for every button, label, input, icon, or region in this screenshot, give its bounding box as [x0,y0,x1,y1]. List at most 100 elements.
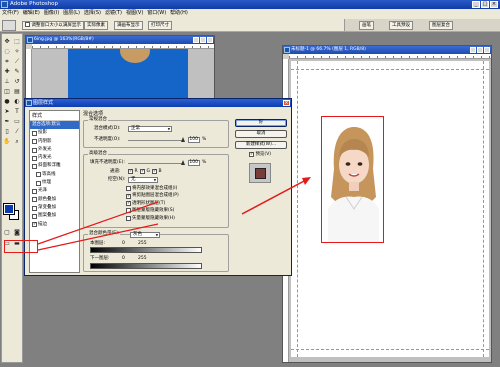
tab-layer-comps[interactable]: 图层复合 [429,21,453,30]
channel-g-checkbox[interactable]: ✓ G [140,168,150,175]
style-item-checkbox[interactable] [32,147,37,153]
doc-left-close-button[interactable] [207,37,213,43]
ok-button[interactable]: 好 [235,119,287,127]
menu-layer[interactable]: 图层(L) [63,9,80,18]
style-item-checkbox[interactable] [32,205,37,211]
style-item[interactable]: 斜面和浮雕 [30,162,79,170]
style-item-checkbox[interactable] [32,189,37,195]
style-item[interactable]: 投影 [30,129,79,137]
advanced-option-checkbox[interactable]: ✓ 将剪贴图层混合成组(P) [126,192,179,199]
doc-right-minimize-button[interactable] [470,47,476,53]
minimize-button[interactable]: _ [472,1,480,8]
advanced-option-checkbox[interactable]: 图层蒙版隐藏效果(S) [126,207,179,214]
blend-if-select[interactable]: 灰色 [130,232,160,238]
eraser-tool-icon[interactable]: ◫ [3,88,11,96]
hand-tool-icon[interactable]: ✋ [3,138,11,146]
style-item[interactable]: 内阴影 [30,138,79,146]
opacity-slider[interactable] [128,137,185,142]
close-button[interactable]: × [490,1,498,8]
style-item-checkbox[interactable] [36,172,41,178]
new-style-button[interactable]: 新建样式(W)... [235,141,287,149]
style-item[interactable]: 混合选项:默认 [30,121,79,130]
doc-left-maximize-button[interactable] [200,37,206,43]
opacity-input[interactable]: 100 [188,137,200,143]
pen-tool-icon[interactable]: ✒ [3,118,11,126]
dialog-close-button[interactable]: × [283,100,290,106]
style-item[interactable]: 颜色叠加 [30,196,79,204]
fill-opacity-slider-thumb[interactable] [181,160,185,165]
style-item[interactable]: 渐变叠加 [30,204,79,212]
brush-tool-icon[interactable]: ✎ [13,68,21,76]
channel-r-checkbox[interactable]: ✓ R [128,168,138,175]
menu-select[interactable]: 选择(S) [84,9,101,18]
tab-brushes[interactable]: 画笔 [359,21,374,30]
style-item[interactable]: 内发光 [30,154,79,162]
menu-filter[interactable]: 滤镜(T) [105,9,122,18]
foreground-color-swatch[interactable] [3,203,15,215]
advanced-option-checkbox[interactable]: ✓ 透明形状图层(T) [126,200,179,207]
notes-tool-icon[interactable]: ▯ [3,128,11,136]
clone-stamp-icon[interactable]: ⊥ [3,78,11,86]
style-item-checkbox[interactable] [32,139,37,145]
menu-image[interactable]: 图像(I) [44,9,59,18]
doc-right-maximize-button[interactable] [477,47,483,53]
knockout-select[interactable]: 无 [128,177,158,183]
fill-opacity-input[interactable]: 100 [188,160,200,166]
style-item[interactable]: 等高线 [30,171,79,179]
shape-tool-icon[interactable]: ▭ [13,118,21,126]
menu-edit[interactable]: 编辑(E) [23,9,40,18]
doc-left-minimize-button[interactable] [193,37,199,43]
advanced-option-checkbox[interactable]: 将内部效果混合成组(I) [126,185,179,192]
preview-checkbox[interactable]: ✓ 预览(V) [249,151,271,158]
eyedropper-tool-icon[interactable]: ⁄ [13,128,21,136]
style-list-header[interactable]: 样式 [30,111,79,121]
style-item[interactable]: 外发光 [30,146,79,154]
tab-tool-presets[interactable]: 工具预设 [389,21,413,30]
fill-opacity-slider[interactable] [128,160,185,165]
style-item-checkbox[interactable] [32,130,37,136]
advanced-option-checkbox[interactable]: 矢量蒙版隐藏效果(H) [126,215,179,222]
this-layer-gradient-slider[interactable] [90,247,202,253]
menu-window[interactable]: 窗口(W) [147,9,166,18]
zoom-tool-icon[interactable]: ⌕ [13,138,21,146]
fit-all-windows-checkbox[interactable]: 调整窗口大小以满屏显示 [22,21,84,30]
style-item-checkbox[interactable] [32,197,37,203]
fit-screen-button[interactable]: 满画布显示 [114,21,143,30]
path-select-icon[interactable]: ➤ [3,108,11,116]
underlying-layer-gradient-slider[interactable] [90,263,202,269]
menu-file[interactable]: 文件(F) [2,9,19,18]
menu-help[interactable]: 帮助(H) [170,9,188,18]
move-tool-icon[interactable]: ✥ [3,38,11,46]
style-item[interactable]: 纹理 [30,179,79,187]
gradient-tool-icon[interactable]: ▤ [13,88,21,96]
tool-preset-picker[interactable] [2,20,16,31]
style-item-checkbox[interactable]: ✓ [32,222,37,228]
actual-pixels-button[interactable]: 实际像素 [84,21,108,30]
magic-wand-tool-icon[interactable]: ✧ [13,48,21,56]
dodge-tool-icon[interactable]: ◐ [13,98,21,106]
style-item-checkbox[interactable] [32,164,37,170]
healing-brush-icon[interactable]: ✚ [3,68,11,76]
opacity-slider-thumb[interactable] [181,137,185,142]
maximize-button[interactable]: □ [481,1,489,8]
print-size-button[interactable]: 打印尺寸 [148,21,172,30]
menu-view[interactable]: 视图(V) [126,9,143,18]
style-item[interactable]: 图案叠加 [30,212,79,220]
cancel-button[interactable]: 取消 [235,130,287,138]
style-item[interactable]: 光泽 [30,187,79,195]
marquee-tool-icon[interactable]: ⬚ [13,38,21,46]
style-item[interactable]: ✓ 描边 [30,221,79,229]
lasso-tool-icon[interactable]: ◌ [3,48,11,56]
style-item-checkbox[interactable] [36,180,41,186]
channel-b-checkbox[interactable]: ✓ B [152,168,162,175]
doc-left-canvas[interactable] [32,49,214,106]
blend-mode-select[interactable]: 正常 [128,126,172,132]
doc-right-close-button[interactable] [484,47,490,53]
slice-tool-icon[interactable]: ⟋ [13,58,21,66]
quick-mask-icon[interactable]: ◙ [13,229,21,237]
style-item-checkbox[interactable] [32,213,37,219]
style-item-checkbox[interactable] [32,155,37,161]
doc-right-canvas[interactable] [289,59,491,362]
crop-tool-icon[interactable]: ⌗ [3,58,11,66]
blur-tool-icon[interactable]: ● [3,98,11,106]
